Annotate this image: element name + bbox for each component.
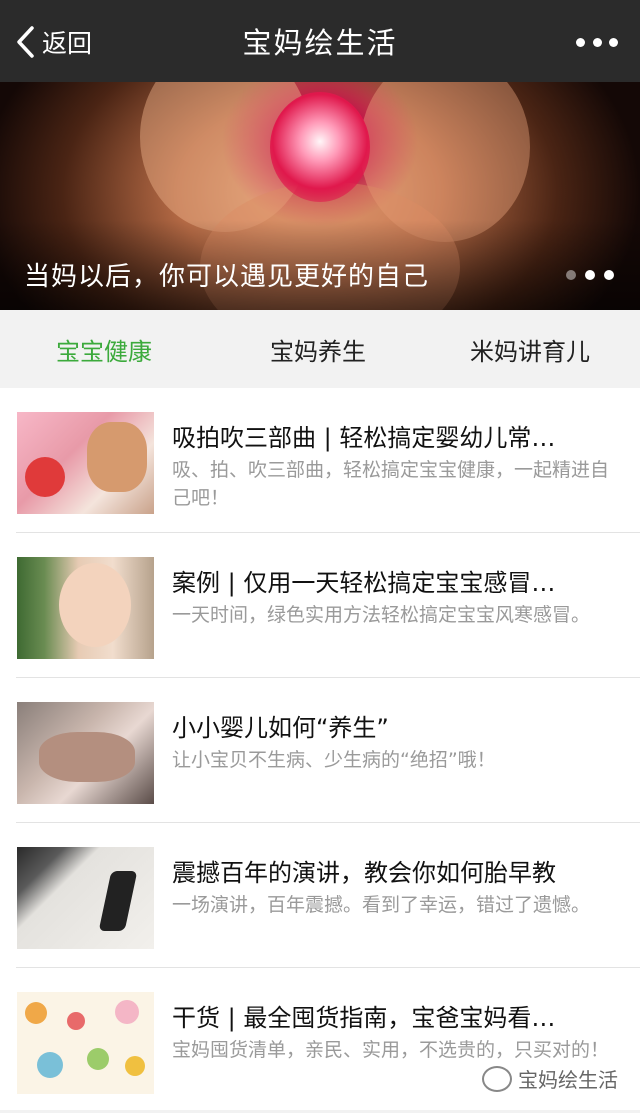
- top-nav-bar: 返回 宝妈绘生活: [0, 0, 640, 82]
- page-title: 宝妈绘生活: [242, 26, 398, 60]
- article-description: 吸、拍、吹三部曲，轻松搞定宝宝健康，一起精进自己吧！: [172, 459, 610, 509]
- carousel-indicator: [566, 270, 614, 280]
- article-title: 案例 | 仅用一天轻松搞定宝宝感冒…: [172, 569, 556, 597]
- article-description: 一场演讲，百年震撼。看到了幸运，错过了遗憾。: [172, 894, 591, 916]
- list-item[interactable]: 案例 | 仅用一天轻松搞定宝宝感冒… 一天时间，绿色实用方法轻松搞定宝宝风寒感冒…: [0, 533, 640, 678]
- more-options-icon[interactable]: [576, 30, 618, 54]
- list-item[interactable]: 小小婴儿如何“养生” 让小宝贝不生病、少生病的“绝招”哦！: [0, 678, 640, 823]
- article-description: 宝妈囤货清单，亲民、实用，不选贵的，只买对的！: [172, 1039, 610, 1061]
- tab-parenting[interactable]: 米妈讲育儿: [470, 332, 590, 367]
- account-watermark: 宝妈绘生活: [482, 1064, 618, 1093]
- carousel-dot: [566, 270, 576, 280]
- tab-mom-wellness[interactable]: 宝妈养生: [270, 332, 366, 367]
- banner-image-glow: [270, 92, 370, 202]
- category-tabs: 宝宝健康 宝妈养生 米妈讲育儿: [0, 310, 640, 388]
- article-description: 让小宝贝不生病、少生病的“绝招”哦！: [172, 749, 496, 771]
- article-description: 一天时间，绿色实用方法轻松搞定宝宝风寒感冒。: [172, 604, 591, 626]
- article-thumbnail: [17, 847, 154, 949]
- watermark-text: 宝妈绘生活: [518, 1068, 618, 1092]
- article-title: 干货 | 最全囤货指南，宝爸宝妈看…: [172, 1004, 556, 1032]
- wechat-logo-icon: [482, 1065, 512, 1092]
- article-thumbnail: [17, 702, 154, 804]
- article-title: 震撼百年的演讲，教会你如何胎早教: [172, 859, 556, 887]
- article-thumbnail: [17, 992, 154, 1094]
- list-item[interactable]: 吸拍吹三部曲 | 轻松搞定婴幼儿常… 吸、拍、吹三部曲，轻松搞定宝宝健康，一起精…: [0, 388, 640, 533]
- tab-baby-health[interactable]: 宝宝健康: [56, 332, 152, 367]
- banner-caption: 当妈以后，你可以遇见更好的自己: [24, 262, 430, 292]
- list-item[interactable]: 震撼百年的演讲，教会你如何胎早教 一场演讲，百年震撼。看到了幸运，错过了遗憾。: [0, 823, 640, 968]
- article-thumbnail: [17, 557, 154, 659]
- carousel-dot-active: [585, 270, 595, 280]
- article-thumbnail: [17, 412, 154, 514]
- article-list: 吸拍吹三部曲 | 轻松搞定婴幼儿常… 吸、拍、吹三部曲，轻松搞定宝宝健康，一起精…: [0, 388, 640, 1110]
- carousel-dot: [604, 270, 614, 280]
- article-title: 吸拍吹三部曲 | 轻松搞定婴幼儿常…: [172, 424, 556, 452]
- article-title: 小小婴儿如何“养生”: [172, 714, 389, 742]
